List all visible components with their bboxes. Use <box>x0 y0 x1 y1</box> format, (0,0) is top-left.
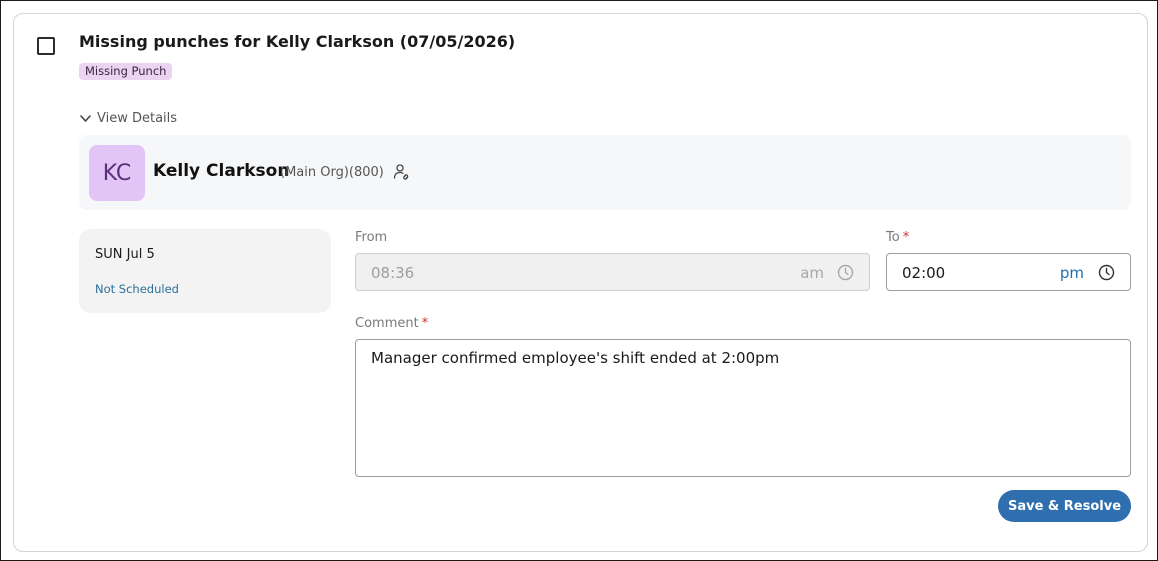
comment-textarea[interactable]: Manager confirmed employee's shift ended… <box>355 339 1131 477</box>
to-time-value: 02:00 <box>902 264 946 282</box>
from-time-value: 08:36 <box>371 264 415 282</box>
to-label: To * <box>886 230 909 245</box>
select-checkbox[interactable] <box>37 37 55 55</box>
view-details-label: View Details <box>97 110 178 126</box>
to-label-text: To <box>886 230 900 245</box>
missing-punch-badge: Missing Punch <box>79 63 173 80</box>
day-summary-card: SUN Jul 5 Not Scheduled <box>79 229 331 313</box>
save-resolve-button[interactable]: Save & Resolve <box>998 490 1131 522</box>
required-asterisk: * <box>902 230 910 245</box>
from-time-input: 08:36 am <box>355 253 870 291</box>
employee-org-meta: (Main Org)(800) <box>280 165 384 180</box>
employee-panel: KC Kelly Clarkson (Main Org)(800) <box>79 135 1131 210</box>
view-details-toggle[interactable]: View Details <box>79 108 177 128</box>
to-ampm-toggle[interactable]: pm <box>1060 264 1084 282</box>
from-label-text: From <box>355 230 388 245</box>
comment-label-text: Comment <box>355 316 419 331</box>
schedule-status: Not Scheduled <box>95 282 179 296</box>
chevron-down-icon <box>80 114 91 122</box>
comment-label: Comment * <box>355 316 428 331</box>
clock-icon[interactable] <box>1098 264 1115 281</box>
from-ampm: am <box>800 264 824 282</box>
to-time-input[interactable]: 02:00 pm <box>886 253 1131 291</box>
employee-name: Kelly Clarkson <box>153 161 290 181</box>
required-asterisk: * <box>421 316 429 331</box>
avatar: KC <box>89 145 145 201</box>
day-label: SUN Jul 5 <box>95 247 155 262</box>
from-label: From <box>355 230 387 245</box>
clock-icon <box>837 264 854 281</box>
user-link-icon[interactable] <box>393 163 411 181</box>
issue-title: Missing punches for Kelly Clarkson (07/0… <box>79 32 516 51</box>
